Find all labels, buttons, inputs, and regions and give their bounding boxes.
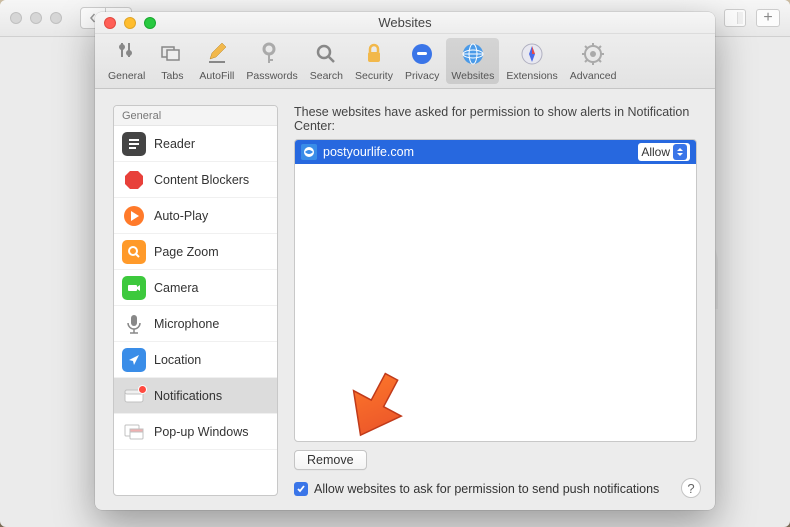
sidebar-item-notifications[interactable]: Notifications xyxy=(114,378,277,414)
new-tab-icon[interactable]: + xyxy=(756,9,780,27)
gear-icon xyxy=(579,40,607,68)
sidebar-item-page-zoom[interactable]: Page Zoom xyxy=(114,234,277,270)
preferences-toolbar: General Tabs AutoFill Passwords Search xyxy=(95,34,715,89)
main-header: These websites have asked for permission… xyxy=(294,105,697,133)
tab-label: General xyxy=(108,70,145,82)
checkbox-label: Allow websites to ask for permission to … xyxy=(314,482,659,496)
sidebar-item-microphone[interactable]: Microphone xyxy=(114,306,277,342)
content-area: General Reader Content Blockers Auto-Pla… xyxy=(95,89,715,510)
permission-select[interactable]: Allow xyxy=(638,143,690,161)
help-button[interactable]: ? xyxy=(681,478,701,498)
lock-icon xyxy=(360,40,388,68)
outer-zoom-icon xyxy=(50,12,62,24)
camera-icon xyxy=(122,276,146,300)
location-icon xyxy=(122,348,146,372)
close-icon[interactable] xyxy=(104,17,116,29)
tab-label: Tabs xyxy=(161,70,183,82)
sidebar-item-autoplay[interactable]: Auto-Play xyxy=(114,198,277,234)
privacy-icon xyxy=(408,40,436,68)
permission-value: Allow xyxy=(641,145,670,159)
sidebar-header: General xyxy=(114,106,277,126)
play-icon xyxy=(122,204,146,228)
microphone-icon xyxy=(122,312,146,336)
select-arrows-icon xyxy=(673,144,687,160)
stop-icon xyxy=(122,168,146,192)
sidebar: General Reader Content Blockers Auto-Pla… xyxy=(113,105,278,496)
popup-icon xyxy=(122,420,146,444)
tab-autofill[interactable]: AutoFill xyxy=(194,38,239,84)
outer-traffic-lights xyxy=(10,12,62,24)
sidebar-item-content-blockers[interactable]: Content Blockers xyxy=(114,162,277,198)
tab-label: Search xyxy=(310,70,343,82)
sidebar-item-label: Camera xyxy=(154,281,198,295)
allow-ask-checkbox-row[interactable]: Allow websites to ask for permission to … xyxy=(294,482,697,496)
site-favicon-icon xyxy=(301,144,317,160)
inner-traffic-lights xyxy=(104,17,156,29)
tabs-icon xyxy=(158,40,186,68)
tab-websites[interactable]: Websites xyxy=(446,38,499,84)
reader-icon xyxy=(122,132,146,156)
sidebar-item-location[interactable]: Location xyxy=(114,342,277,378)
tab-extensions[interactable]: Extensions xyxy=(501,38,562,84)
tab-label: Extensions xyxy=(506,70,557,82)
website-row[interactable]: postyourlife.com Allow xyxy=(295,140,696,164)
tab-advanced[interactable]: Advanced xyxy=(565,38,622,84)
checkbox-checked-icon[interactable] xyxy=(294,482,308,496)
globe-icon xyxy=(459,40,487,68)
pencil-icon xyxy=(203,40,231,68)
website-list[interactable]: postyourlife.com Allow xyxy=(294,139,697,442)
zoom-icon[interactable] xyxy=(144,17,156,29)
outer-close-icon xyxy=(10,12,22,24)
tab-passwords[interactable]: Passwords xyxy=(241,38,302,84)
sidebar-item-label: Notifications xyxy=(154,389,222,403)
tab-label: Advanced xyxy=(570,70,617,82)
tab-tabs[interactable]: Tabs xyxy=(152,38,192,84)
main-panel: These websites have asked for permission… xyxy=(294,105,697,496)
sidebar-item-camera[interactable]: Camera xyxy=(114,270,277,306)
tab-label: Passwords xyxy=(246,70,297,82)
inner-titlebar[interactable]: Websites xyxy=(95,12,715,34)
remove-button[interactable]: Remove xyxy=(294,450,367,470)
outer-minimize-icon xyxy=(30,12,42,24)
tab-security[interactable]: Security xyxy=(350,38,398,84)
zoom-icon xyxy=(122,240,146,264)
sidebar-item-label: Microphone xyxy=(154,317,219,331)
sidebar-toggle-icon[interactable] xyxy=(724,9,746,27)
window-title: Websites xyxy=(378,15,431,30)
search-icon xyxy=(312,40,340,68)
sidebar-item-reader[interactable]: Reader xyxy=(114,126,277,162)
sidebar-item-label: Reader xyxy=(154,137,195,151)
tab-search[interactable]: Search xyxy=(305,38,348,84)
sidebar-item-popup-windows[interactable]: Pop-up Windows xyxy=(114,414,277,450)
notification-badge-icon xyxy=(138,385,147,394)
sidebar-item-label: Location xyxy=(154,353,201,367)
sidebar-item-label: Pop-up Windows xyxy=(154,425,249,439)
minimize-icon[interactable] xyxy=(124,17,136,29)
tab-general[interactable]: General xyxy=(103,38,150,84)
compass-icon xyxy=(518,40,546,68)
key-icon xyxy=(258,40,286,68)
tab-label: AutoFill xyxy=(199,70,234,82)
website-name: postyourlife.com xyxy=(323,145,632,159)
tab-label: Privacy xyxy=(405,70,439,82)
gear-switch-icon xyxy=(113,40,141,68)
sidebar-item-label: Content Blockers xyxy=(154,173,249,187)
sidebar-item-label: Auto-Play xyxy=(154,209,208,223)
tab-label: Security xyxy=(355,70,393,82)
tab-label: Websites xyxy=(451,70,494,82)
preferences-window: Websites General Tabs AutoFill Passwords xyxy=(95,12,715,510)
sidebar-item-label: Page Zoom xyxy=(154,245,219,259)
tab-privacy[interactable]: Privacy xyxy=(400,38,444,84)
